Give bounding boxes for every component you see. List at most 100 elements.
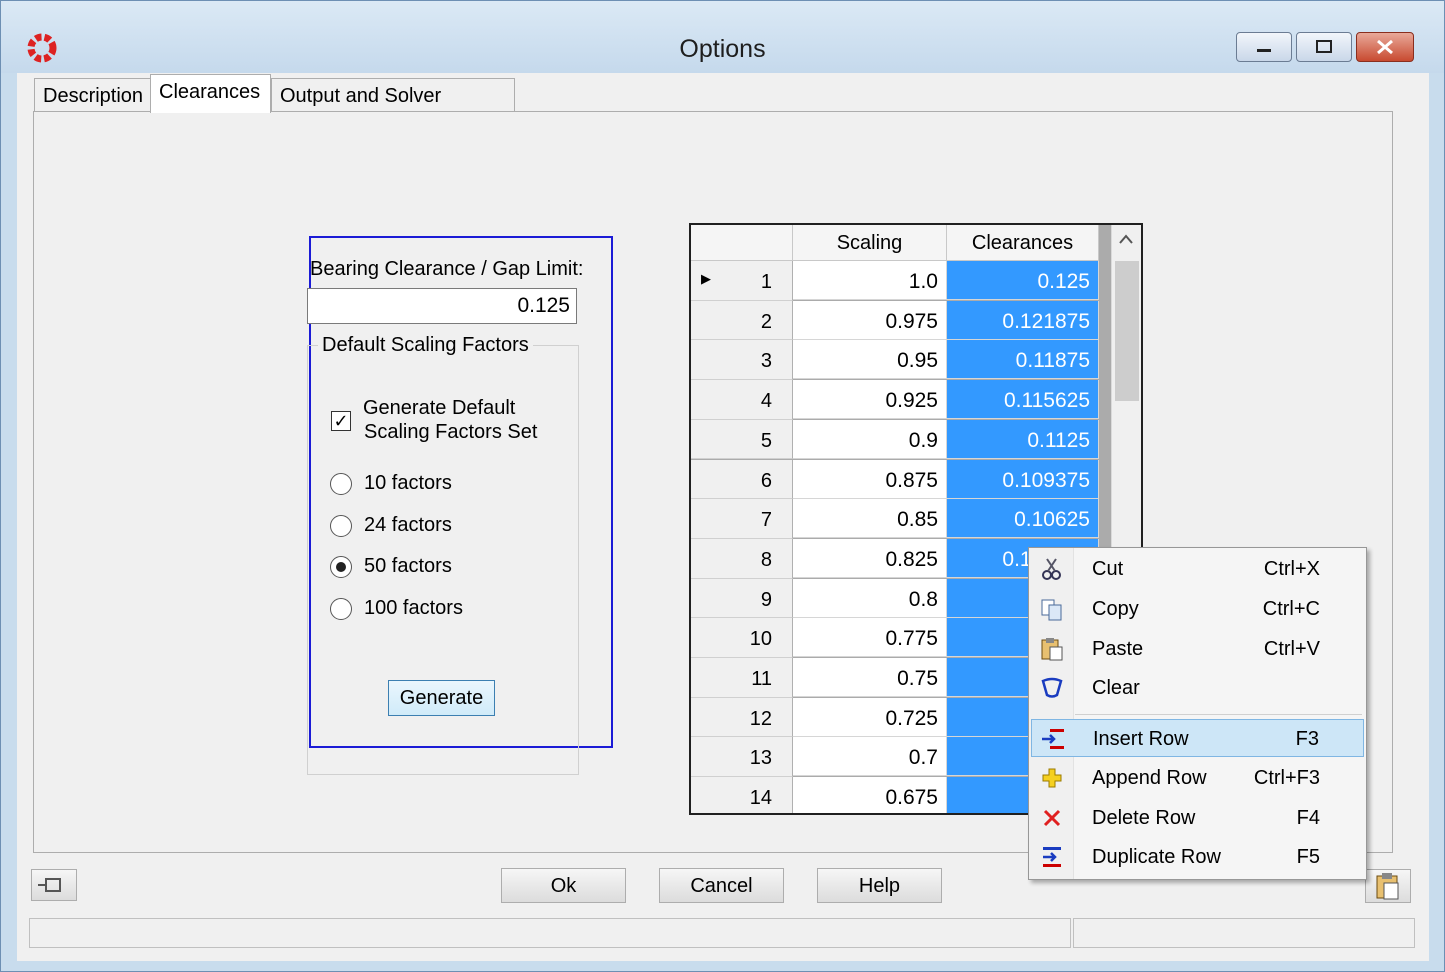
tab-output-solver-controls[interactable]: Output and Solver Controls [271,78,515,141]
scaling-cell[interactable]: 0.925 [793,380,947,420]
title-bar[interactable]: Options [1,1,1444,73]
window-title: Options [679,35,766,63]
radio-100-factors[interactable] [330,598,352,620]
pin-button[interactable] [31,869,77,901]
clear-icon [1039,675,1065,701]
radio-label-24: 24 factors [364,514,452,536]
menu-item-duplicate-row[interactable]: Duplicate Row F5 [1031,838,1364,876]
minimize-button[interactable] [1236,32,1292,62]
radio-label-10: 10 factors [364,472,452,494]
column-header-scaling[interactable]: Scaling [793,225,947,261]
status-pane-main [29,918,1071,948]
clearance-cell[interactable]: 0.1125 [947,419,1099,459]
delete-row-icon [1039,805,1065,831]
maximize-button[interactable] [1296,32,1352,62]
scaling-cell[interactable]: 0.75 [793,658,947,697]
tab-description[interactable]: Description [34,78,152,112]
menu-item-label: Insert Row [1093,728,1189,750]
menu-item-cut[interactable]: Cut Ctrl+X [1031,550,1364,588]
clearance-cell[interactable]: 0.115625 [947,380,1099,420]
row-header[interactable]: 3 [691,340,793,381]
row-header[interactable]: 7 [691,499,793,539]
row-number: 14 [749,787,772,810]
generate-default-checkbox[interactable]: ✓ [331,411,351,431]
menu-item-label: Cut [1092,558,1124,580]
clipboard-button[interactable] [1365,869,1411,903]
close-icon [1377,39,1393,55]
row-header[interactable]: 14 [691,777,793,813]
scaling-cell[interactable]: 0.85 [793,499,947,539]
menu-item-paste[interactable]: Paste Ctrl+V [1031,630,1364,668]
row-header[interactable]: ▶ 1 [691,261,793,301]
row-number: 12 [749,707,772,730]
row-header[interactable]: 9 [691,578,793,619]
row-number: 11 [751,668,772,690]
scaling-cell[interactable]: 1.0 [793,261,947,300]
menu-item-insert-row[interactable]: Insert Row F3 [1031,719,1364,757]
row-number: 2 [760,310,772,333]
row-number: 5 [760,429,772,452]
scaling-cell[interactable]: 0.725 [793,697,947,737]
row-header[interactable]: 11 [691,658,793,698]
scroll-up-arrow-icon[interactable] [1112,225,1140,253]
radio-50-factors[interactable] [330,556,352,578]
scaling-cell[interactable]: 0.875 [793,459,947,499]
row-header[interactable]: 10 [691,618,793,658]
row-number: 9 [760,588,772,611]
status-pane-secondary [1073,918,1415,948]
paste-icon [1039,636,1065,662]
scroll-thumb[interactable] [1115,261,1139,401]
row-header[interactable]: 4 [691,380,793,420]
scaling-cell[interactable]: 0.775 [793,618,947,658]
clipboard-icon [1376,873,1399,900]
duplicate-row-icon [1039,844,1065,870]
row-number: 4 [760,390,772,413]
menu-item-label: Append Row [1092,767,1207,789]
menu-item-shortcut: Ctrl+V [1263,638,1320,660]
row-header[interactable]: 5 [691,419,793,460]
row-number: 7 [760,509,772,532]
scaling-cell[interactable]: 0.9 [793,419,947,459]
radio-10-factors[interactable] [330,473,352,495]
group-title: Default Scaling Factors [318,334,533,357]
menu-item-clear[interactable]: Clear [1031,669,1364,707]
gap-limit-label: Bearing Clearance / Gap Limit: [310,258,584,280]
clearance-cell[interactable]: 0.11875 [947,340,1099,380]
gap-limit-input[interactable]: 0.125 [307,288,577,324]
cancel-button[interactable]: Cancel [659,868,784,903]
radio-24-factors[interactable] [330,515,352,537]
menu-item-label: Duplicate Row [1092,846,1221,868]
column-header-clearances[interactable]: Clearances [947,225,1099,261]
menu-item-append-row[interactable]: Append Row Ctrl+F3 [1031,759,1364,797]
maximize-icon [1316,40,1332,53]
clearance-cell[interactable]: 0.109375 [947,459,1099,499]
clearance-cell[interactable]: 0.121875 [947,300,1099,340]
row-header[interactable]: 6 [691,459,793,500]
tab-clearances[interactable]: Clearances [150,74,271,113]
generate-button[interactable]: Generate [388,680,495,716]
scaling-cell[interactable]: 0.95 [793,340,947,380]
radio-label-50: 50 factors [364,555,452,577]
row-header[interactable]: 12 [691,697,793,738]
row-number: 13 [749,747,772,770]
clearance-cell[interactable]: 0.10625 [947,499,1099,539]
menu-item-delete-row[interactable]: Delete Row F4 [1031,799,1364,837]
row-number: 8 [760,548,772,571]
status-bar [29,918,1415,948]
scaling-cell[interactable]: 0.7 [793,737,947,777]
row-header[interactable]: 8 [691,538,793,579]
scaling-cell[interactable]: 0.825 [793,538,947,578]
menu-item-copy[interactable]: Copy Ctrl+C [1031,590,1364,628]
ok-button[interactable]: Ok [501,868,626,903]
clearance-cell[interactable]: 0.125 [947,261,1099,300]
scaling-cell[interactable]: 0.975 [793,300,947,340]
scaling-cell[interactable]: 0.8 [793,578,947,618]
row-header[interactable]: 2 [691,300,793,341]
help-button[interactable]: Help [817,868,942,903]
checkmark-icon: ✓ [333,411,349,431]
scaling-cell[interactable]: 0.675 [793,777,947,813]
insert-row-icon [1040,726,1066,752]
row-header[interactable]: 13 [691,737,793,778]
row-number: 1 [760,271,772,293]
close-button[interactable] [1356,32,1414,62]
